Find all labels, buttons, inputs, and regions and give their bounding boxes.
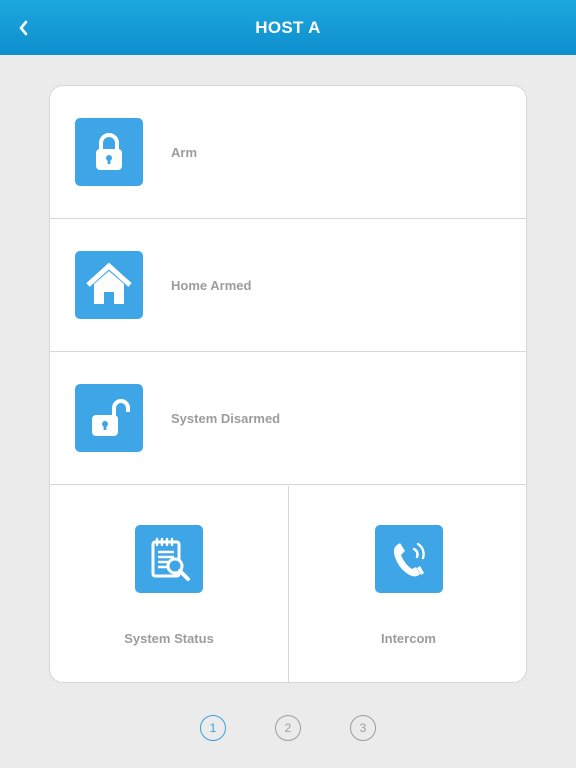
home-armed-row[interactable]: Home Armed bbox=[50, 219, 526, 352]
system-status-tile[interactable]: System Status bbox=[50, 486, 289, 682]
page-title: HOST A bbox=[255, 17, 321, 37]
lock-closed-icon bbox=[75, 118, 143, 186]
page-dot-2[interactable]: 2 bbox=[275, 715, 301, 741]
lock-open-icon bbox=[75, 384, 143, 452]
top-bar: HOST A bbox=[0, 0, 576, 55]
system-status-label: System Status bbox=[124, 631, 214, 646]
page-dot-3[interactable]: 3 bbox=[350, 715, 376, 741]
page-dot-1[interactable]: 1 bbox=[200, 715, 226, 741]
intercom-tile[interactable]: Intercom bbox=[289, 486, 526, 682]
page-indicator: 1 2 3 bbox=[0, 715, 576, 741]
home-armed-label: Home Armed bbox=[171, 277, 252, 293]
system-disarmed-label: System Disarmed bbox=[171, 410, 281, 426]
home-icon bbox=[75, 251, 143, 319]
back-button[interactable] bbox=[12, 14, 36, 42]
system-disarmed-row[interactable]: System Disarmed bbox=[50, 352, 526, 485]
chevron-left-icon bbox=[19, 20, 28, 36]
checklist-search-icon bbox=[135, 525, 203, 593]
control-card: Arm Home Armed System Disarmed System St… bbox=[49, 85, 527, 683]
arm-row[interactable]: Arm bbox=[50, 86, 526, 219]
phone-ringing-icon bbox=[374, 525, 443, 593]
arm-label: Arm bbox=[171, 144, 198, 160]
intercom-label: Intercom bbox=[381, 631, 436, 646]
